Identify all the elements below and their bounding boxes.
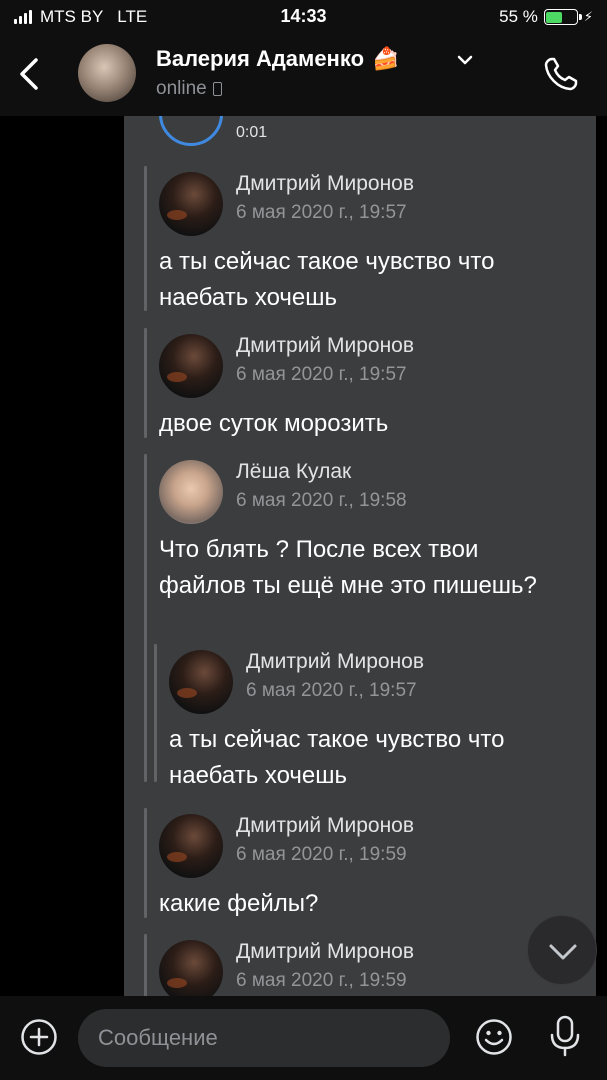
author-name[interactable]: Дмитрий Миронов (246, 650, 424, 674)
forwarded-message: Дмитрий Миронов 6 мая 2020 г., 19:59 как… (124, 808, 596, 918)
play-icon[interactable] (159, 116, 223, 146)
author-avatar[interactable] (169, 650, 233, 714)
battery-icon (543, 9, 582, 25)
message-date: 6 мая 2020 г., 19:57 (236, 202, 407, 223)
author-name[interactable]: Дмитрий Миронов (236, 334, 414, 358)
author-name[interactable]: Дмитрий Миронов (236, 940, 414, 964)
chevron-down-icon[interactable] (455, 50, 475, 70)
forwarded-message: Лёша Кулак 6 мая 2020 г., 19:58 Что блят… (124, 454, 596, 789)
forwarded-messages-block: 0:01 Дмитрий Миронов 6 мая 2020 г., 19:5… (124, 116, 596, 996)
quote-line (144, 934, 147, 996)
phone-icon[interactable] (541, 54, 581, 94)
quote-line (144, 808, 147, 918)
battery-level (546, 11, 563, 23)
contact-name-text: Валерия Адаменко (156, 46, 365, 71)
message-date: 6 мая 2020 г., 19:58 (236, 490, 407, 511)
message-composer (0, 996, 607, 1080)
message-text: а ты сейчас такое чувство что наебать хо… (169, 726, 505, 789)
contact-name[interactable]: Валерия Адаменко 🍰 (156, 46, 399, 72)
message-date: 6 мая 2020 г., 19:57 (236, 364, 407, 385)
author-avatar[interactable] (159, 460, 223, 524)
author-avatar[interactable] (159, 814, 223, 878)
author-avatar[interactable] (159, 334, 223, 398)
author-name[interactable]: Дмитрий Миронов (236, 172, 414, 196)
chat-header: Валерия Адаменко 🍰 online (0, 34, 607, 116)
quote-line (144, 328, 147, 438)
status-text: online (156, 78, 207, 99)
back-icon[interactable] (14, 54, 46, 94)
message-text: Что блять ? После всех твои файлов ты ещ… (159, 536, 537, 599)
battery-info: 55 % ⚡ (499, 7, 593, 27)
message-input[interactable] (78, 1009, 450, 1067)
message-date: 6 мая 2020 г., 19:59 (236, 970, 407, 991)
battery-percent: 55 % (499, 7, 538, 26)
forwarded-message: Дмитрий Миронов 6 мая 2020 г., 19:57 дво… (124, 328, 596, 438)
chevron-down-icon (549, 944, 577, 960)
status-bar: MTS BY LTE 14:33 55 % ⚡ (0, 0, 607, 34)
contact-avatar[interactable] (78, 44, 136, 102)
charging-icon: ⚡ (583, 9, 593, 24)
quote-line (144, 166, 147, 311)
contact-status: online (156, 78, 222, 100)
voice-duration: 0:01 (236, 124, 268, 141)
plus-icon[interactable] (20, 1018, 58, 1056)
message-date: 6 мая 2020 г., 19:59 (236, 844, 407, 865)
message-text: какие фейлы? (159, 890, 319, 917)
forwarded-message: Дмитрий Миронов 6 мая 2020 г., 19:57 а т… (124, 166, 596, 311)
quoted-message: Дмитрий Миронов 6 мая 2020 г., 19:57 а т… (134, 644, 586, 789)
author-name[interactable]: Дмитрий Миронов (236, 814, 414, 838)
forwarded-message: Дмитрий Миронов 6 мая 2020 г., 19:59 (124, 934, 596, 996)
chat-history[interactable]: 0:01 Дмитрий Миронов 6 мая 2020 г., 19:5… (0, 116, 607, 996)
mobile-device-icon (212, 82, 222, 96)
emoji-icon[interactable] (475, 1018, 513, 1056)
microphone-icon[interactable] (548, 1014, 582, 1058)
cake-icon: 🍰 (372, 46, 400, 71)
message-text: двое суток морозить (159, 410, 389, 437)
author-avatar[interactable] (159, 172, 223, 236)
scroll-down-button[interactable] (527, 915, 597, 985)
message-text: а ты сейчас такое чувство что наебать хо… (159, 248, 495, 311)
quote-line (154, 644, 157, 782)
message-date: 6 мая 2020 г., 19:57 (246, 680, 417, 701)
author-avatar[interactable] (159, 940, 223, 996)
author-name[interactable]: Лёша Кулак (236, 460, 351, 484)
